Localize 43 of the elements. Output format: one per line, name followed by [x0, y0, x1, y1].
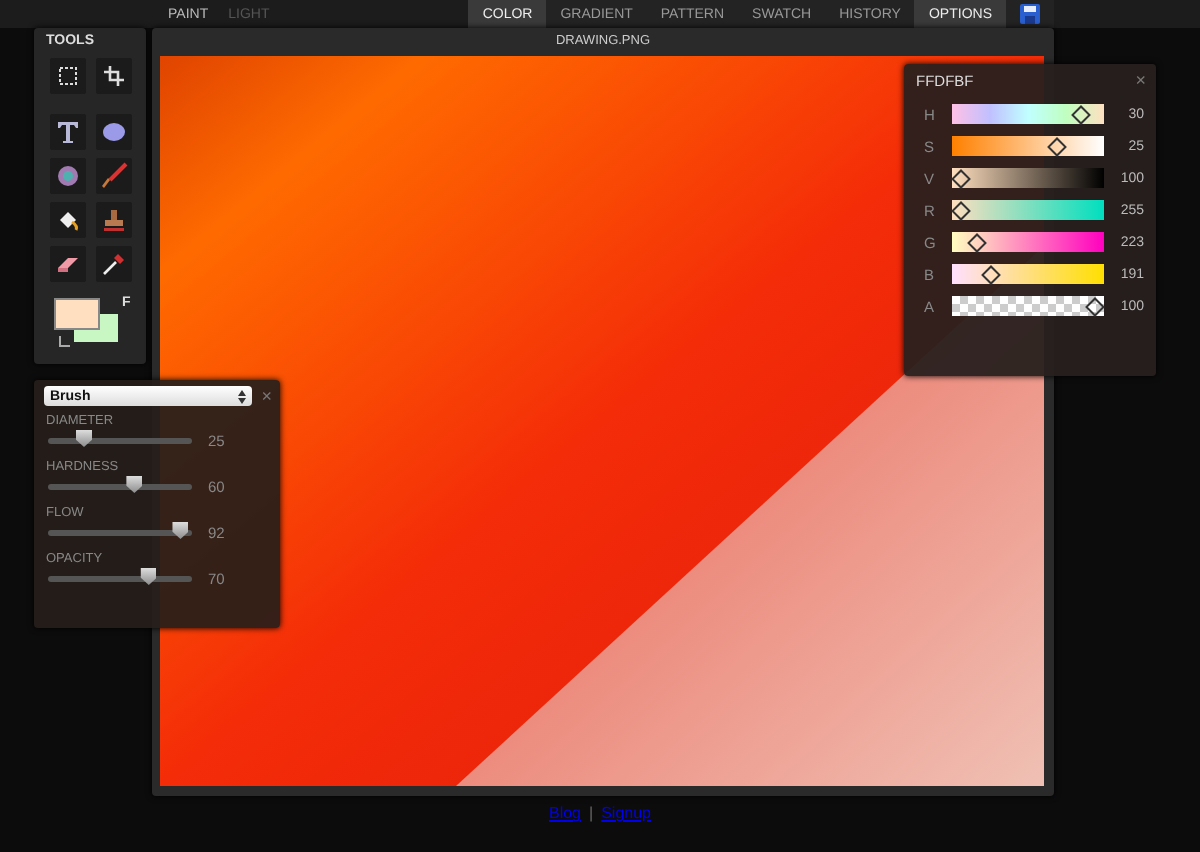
shape-tool[interactable] [50, 158, 86, 194]
slider-handle[interactable] [981, 265, 1002, 285]
slider-handle[interactable] [1047, 137, 1068, 157]
paintbrush-icon [100, 162, 128, 190]
channel-slider[interactable] [952, 104, 1104, 124]
slider-thumb[interactable] [140, 567, 157, 585]
slider-handle[interactable] [951, 201, 971, 221]
separator: | [589, 804, 594, 822]
close-button[interactable]: × [1135, 72, 1146, 90]
swap-icon[interactable] [58, 336, 70, 348]
slider-handle[interactable] [1071, 105, 1092, 125]
close-button[interactable]: × [261, 387, 272, 405]
channel-slider[interactable] [952, 136, 1104, 156]
eraser-icon [56, 254, 80, 274]
channel-slider[interactable] [952, 232, 1104, 252]
channel-slider[interactable] [952, 296, 1104, 316]
crop-tool[interactable] [96, 58, 132, 94]
ellipse-tool[interactable] [96, 114, 132, 150]
brush-tool[interactable] [96, 158, 132, 194]
crop-icon [104, 66, 124, 86]
slider-thumb[interactable] [126, 475, 143, 493]
stamp-tool[interactable] [96, 202, 132, 238]
slider-thumb[interactable] [76, 429, 92, 447]
stamp-icon [102, 208, 126, 232]
slider-handle[interactable] [951, 169, 971, 189]
channel-slider[interactable] [952, 264, 1104, 284]
slider-thumb[interactable] [172, 521, 189, 539]
text-tool[interactable] [50, 114, 86, 150]
slider-handle[interactable] [1085, 297, 1105, 317]
eyedropper-icon [102, 252, 126, 276]
save-icon[interactable] [1020, 4, 1040, 24]
marquee-icon [58, 66, 78, 86]
eraser-tool[interactable] [50, 246, 86, 282]
ellipse-icon [102, 122, 126, 142]
slider-handle[interactable] [967, 233, 987, 253]
color-swatches-drawing[interactable] [54, 298, 120, 344]
select-tool[interactable] [50, 58, 86, 94]
serif-t-icon [56, 120, 80, 144]
fill-tool[interactable] [50, 202, 86, 238]
channel-slider[interactable] [952, 168, 1104, 188]
updown-icon [237, 389, 246, 403]
eyedropper-tool[interactable] [96, 246, 132, 282]
channel-slider[interactable] [952, 200, 1104, 220]
